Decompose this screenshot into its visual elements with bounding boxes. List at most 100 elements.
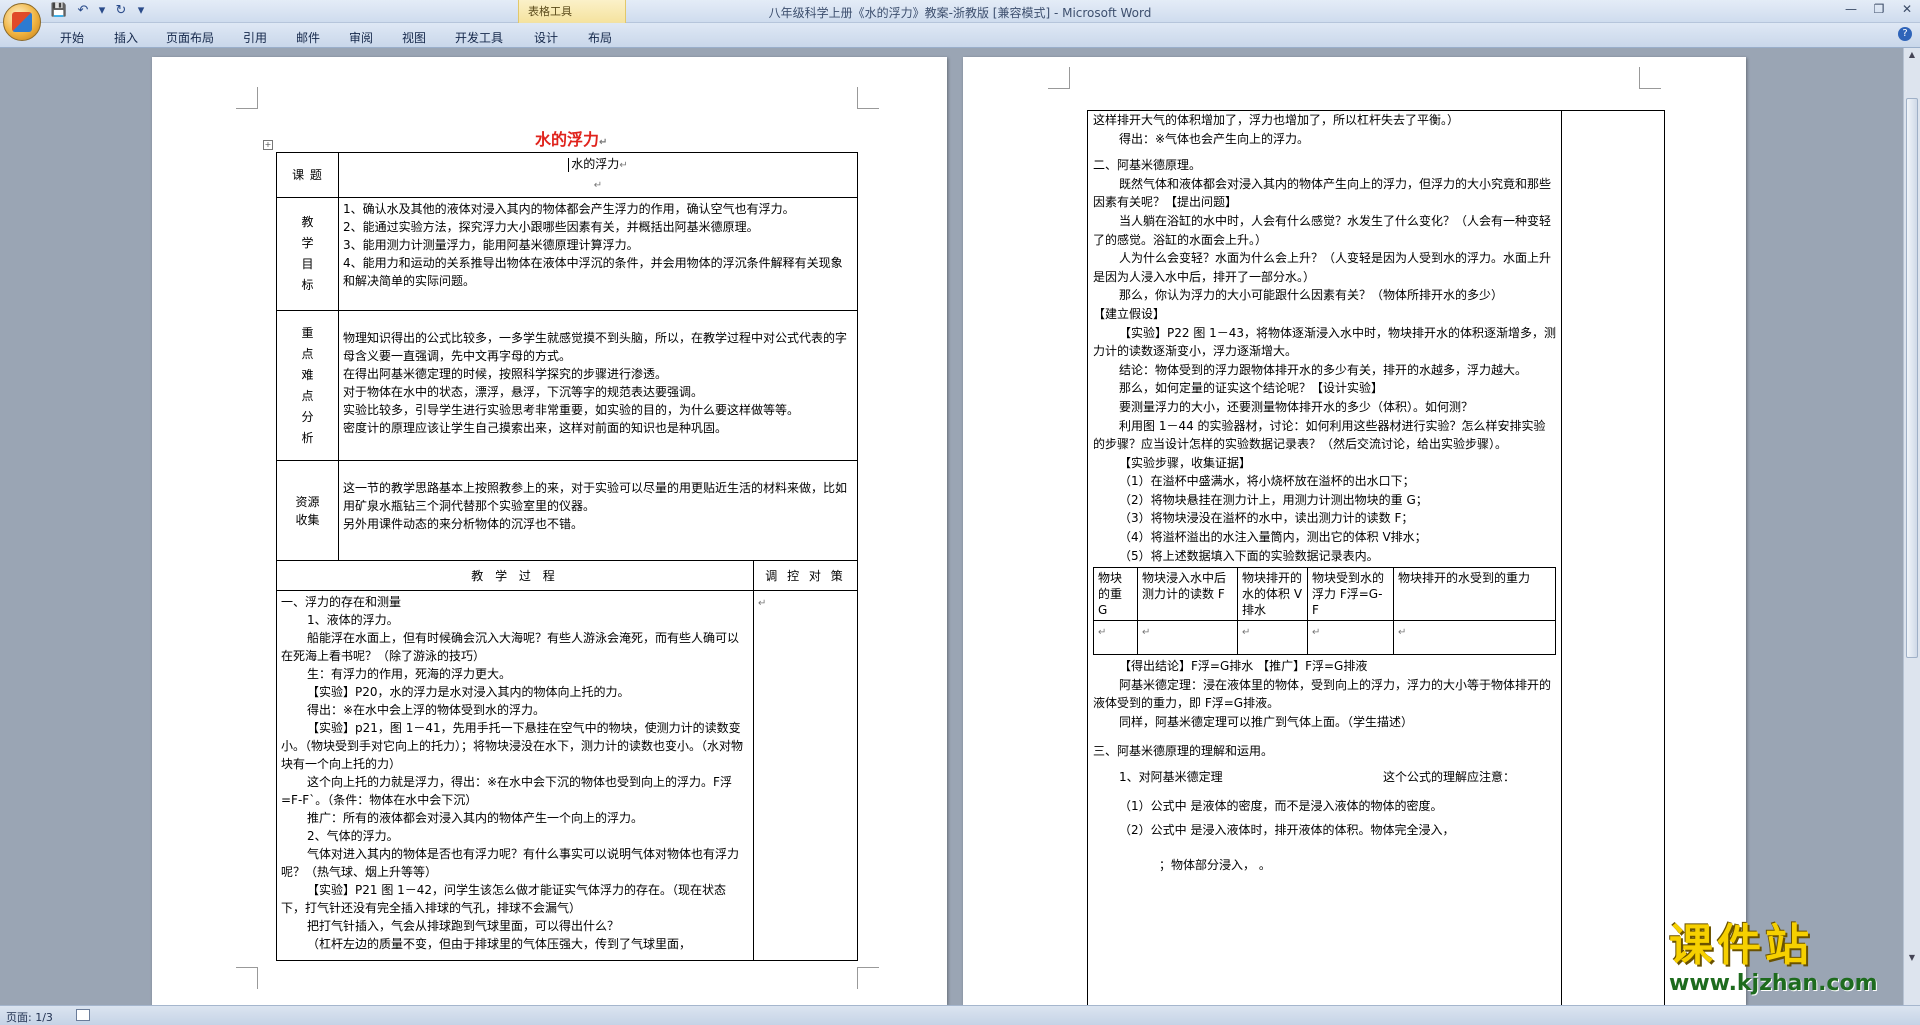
process-line: 利用图 1－44 的实验器材，讨论：如何利用这些器材进行实验？怎么样安排实验的步…	[1093, 418, 1546, 452]
table-row: 资源收集 这一节的教学思路基本上按照教参上的来，对于实验可以尽量的用更贴近生活的…	[276, 460, 858, 561]
process-line: 2、气体的浮力。	[307, 829, 399, 843]
process-line: （1）公式中 是液体的密度，而不是浸入液体的物体的密度。	[1119, 798, 1443, 813]
office-logo-icon	[12, 12, 32, 32]
table-row: 教学目标 1、确认水及其他的液体对浸入其内的物体都会产生浮力的作用，确认空气也有…	[276, 197, 858, 311]
tab-review[interactable]: 审阅	[349, 29, 373, 46]
process-line: 阿基米德定理：浸在液体里的物体，受到向上的浮力，浮力的大小等于物体排开的液体受到…	[1093, 677, 1552, 711]
resource-item: 这一节的教学思路基本上按照教参上的来，对于实验可以尽量的用更贴近生活的材料来做，…	[343, 481, 848, 513]
table-row: 物块的重 G 物块浸入水中后测力计的读数 F 物块排开的水的体积 V排水 物块受…	[1093, 567, 1557, 622]
close-icon[interactable]: ✕	[1900, 2, 1914, 16]
step-item: （2）将物块悬挂在测力计上，用测力计测出物块的重 G；	[1119, 492, 1428, 507]
step-item: （3）将物块浸没在溢杯的水中，读出测力计的读数 F；	[1119, 511, 1414, 526]
lesson-plan-table-continued: 这样排开大气的体积增加了，浮力也增加了，所以杠杆失去了平衡。） 得出：※气体也会…	[1086, 110, 1665, 1021]
process-line: （2）公式中 是浸入液体时，排开液体的体积。物体完全浸入，	[1119, 823, 1455, 838]
tab-layout[interactable]: 布局	[588, 29, 612, 46]
process-header: 教 学 过 程	[276, 560, 754, 591]
goals-cell[interactable]: 1、确认水及其他的液体对浸入其内的物体都会产生浮力的作用，确认空气也有浮力。 2…	[338, 197, 858, 311]
process-line: 船能浮在水面上，但有时候确会沉入大海呢？有些人游泳会淹死，而有些人确可以在死海上…	[281, 631, 740, 663]
control-cell-continued[interactable]	[1561, 110, 1665, 1021]
tab-developer[interactable]: 开发工具	[455, 29, 503, 46]
goal-item: 2、能通过实验方法，探究浮力大小跟哪些因素有关，并概括出阿基米德原理。	[343, 220, 759, 234]
tab-mailings[interactable]: 邮件	[296, 29, 320, 46]
watermark-url: www.kjzhan.com	[1669, 971, 1878, 996]
proofing-icon[interactable]	[76, 1009, 90, 1021]
document-page-1: 水的浮力↵ + 课 题 水的浮力↵ ↵ 教学目标 1、确认水及其他的液体对浸入其内…	[152, 57, 947, 1005]
table-cell[interactable]: ↵	[1237, 620, 1308, 656]
table-cell[interactable]: ↵	[1307, 620, 1394, 656]
process-line: 生：有浮力的作用，死海的浮力更大。	[307, 667, 512, 681]
process-cell-continued[interactable]: 这样排开大气的体积增加了，浮力也增加了，所以杠杆失去了平衡。） 得出：※气体也会…	[1086, 110, 1563, 1021]
section-title: 三、阿基米德原理的理解和运用。	[1093, 743, 1274, 758]
tab-page-layout[interactable]: 页面布局	[166, 29, 214, 46]
process-line: 得出：※在水中会上浮的物体受到水的浮力。	[307, 703, 546, 717]
scroll-down-icon[interactable]: ▼	[1906, 953, 1918, 965]
page-indicator[interactable]: 页面: 1/3	[6, 1009, 53, 1025]
help-icon[interactable]: ?	[1898, 27, 1912, 41]
process-line: 当人躺在浴缸的水中时，人会有什么感觉？水发生了什么变化？（人会有一种变轻了的感觉…	[1093, 213, 1552, 247]
status-bar: 页面: 1/3	[0, 1005, 1920, 1025]
crop-mark	[857, 87, 879, 109]
goal-item: 1、确认水及其他的液体对浸入其内的物体都会产生浮力的作用，确认空气也有浮力。	[343, 202, 795, 216]
process-line: 人为什么会变轻？水面为什么会上升？（人变轻是因为人受到水的浮力。水面上升是因为人…	[1093, 251, 1552, 284]
process-line: 这样排开大气的体积增加了，浮力也增加了，所以杠杆失去了平衡。）	[1093, 113, 1460, 127]
table-move-handle[interactable]: +	[263, 140, 273, 150]
office-button[interactable]	[3, 3, 41, 41]
crop-mark	[857, 967, 879, 989]
tab-view[interactable]: 视图	[402, 29, 426, 46]
process-line: 【实验步骤，收集证据】	[1119, 455, 1252, 470]
key-point-item: 实验比较多，引导学生进行实验思考非常重要，如实验的目的，为什么要这样做等等。	[343, 403, 800, 417]
process-line: 一、浮力的存在和测量	[281, 595, 402, 609]
key-point-item: 密度计的原理应该让学生自己摸索出来，这样对前面的知识也是种巩固。	[343, 421, 728, 435]
key-point-item: 对于物体在水中的状态，漂浮，悬浮，下沉等字的规范表达要强调。	[343, 385, 704, 399]
step-item: （5）将上述数据填入下面的实验数据记录表内。	[1119, 548, 1379, 563]
process-line: 同样，阿基米德定理可以推广到气体上面。（学生描述）	[1119, 715, 1414, 730]
process-line: 【建立假设】	[1093, 306, 1166, 321]
table-row: 这样排开大气的体积增加了，浮力也增加了，所以杠杆失去了平衡。） 得出：※气体也会…	[1086, 110, 1665, 1021]
control-cell[interactable]: ↵	[753, 590, 858, 961]
watermark-text: 课件站	[1669, 920, 1813, 971]
minimize-icon[interactable]: —	[1844, 2, 1858, 16]
goal-item: 4、能用力和运动的关系推导出物体在液体中浮沉的条件，并会用物体的浮沉条件解释有关…	[343, 256, 843, 288]
key-points-label: 重点难点分析	[276, 310, 339, 461]
table-header: 物块受到水的浮力 F浮=G-F	[1307, 567, 1394, 622]
process-line: 把打气针插入，气会从排球跑到气球里面，可以得出什么？	[307, 919, 620, 933]
tab-design[interactable]: 设计	[534, 29, 558, 46]
topic-value[interactable]: 水的浮力↵ ↵	[338, 152, 858, 198]
restore-icon[interactable]: ❐	[1872, 2, 1886, 16]
vertical-scrollbar[interactable]: ▲ ▼	[1903, 48, 1920, 1005]
table-row: 教 学 过 程 调 控 对 策	[276, 560, 858, 591]
table-cell[interactable]: ↵	[1392, 620, 1557, 656]
table-header: 物块浸入水中后测力计的读数 F	[1137, 567, 1238, 622]
tab-references[interactable]: 引用	[243, 29, 267, 46]
control-header: 调 控 对 策	[753, 560, 858, 591]
table-cell[interactable]: ↵	[1137, 620, 1238, 656]
process-cell[interactable]: 一、浮力的存在和测量 1、液体的浮力。 船能浮在水面上，但有时候确会沉入大海呢？…	[276, 590, 754, 961]
table-row: ↵ ↵ ↵ ↵ ↵	[1093, 620, 1557, 656]
window-title: 八年级科学上册《水的浮力》教案-浙教版 [兼容模式] - Microsoft W…	[768, 6, 1152, 20]
table-row: 重点难点分析 物理知识得出的公式比较多，一多学生就感觉摸不到头脑，所以，在教学过…	[276, 310, 858, 461]
crop-mark	[236, 87, 258, 109]
crop-mark	[1639, 67, 1661, 89]
window-controls: — ❐ ✕	[1844, 2, 1914, 16]
process-line: （杠杆左边的质量不变，但由于排球里的气体压强大，传到了气球里面，	[307, 937, 692, 951]
key-points-cell[interactable]: 物理知识得出的公式比较多，一多学生就感觉摸不到头脑，所以，在教学过程中对公式代表…	[338, 310, 858, 461]
site-watermark-logo: 课件站 www.kjzhan.com	[1669, 920, 1905, 998]
resource-item: 另外用课件动态的来分析物体的沉浮也不错。	[343, 517, 584, 531]
table-cell[interactable]: ↵	[1093, 620, 1138, 656]
process-line: 得出：※气体也会产生向上的浮力。	[1119, 131, 1310, 146]
table-row: 课 题 水的浮力↵ ↵	[276, 152, 858, 198]
scroll-up-icon[interactable]: ▲	[1906, 50, 1918, 62]
scrollbar-thumb[interactable]	[1906, 98, 1918, 658]
ribbon-tab-bar: 开始 插入 页面布局 引用 邮件 审阅 视图 开发工具 设计 布局 ?	[0, 23, 1920, 48]
process-line: 既然气体和液体都会对浸入其内的物体产生向上的浮力，但浮力的大小究竟和那些因素有关…	[1093, 176, 1552, 210]
process-line: 推广：所有的液体都会对浸入其内的物体产生一个向上的浮力。	[307, 811, 644, 825]
tab-insert[interactable]: 插入	[114, 29, 138, 46]
goals-label: 教学目标	[276, 197, 339, 311]
lesson-plan-table: 课 题 水的浮力↵ ↵ 教学目标 1、确认水及其他的液体对浸入其内的物体都会产生浮…	[276, 152, 858, 961]
section-title: 二、阿基米德原理。	[1093, 158, 1202, 173]
table-row: 一、浮力的存在和测量 1、液体的浮力。 船能浮在水面上，但有时候确会沉入大海呢？…	[276, 590, 858, 961]
process-line: 【实验】P22 图 1－43，将物体逐渐浸入水中时，物块排开水的体积逐渐增多，测…	[1093, 325, 1557, 359]
tab-home[interactable]: 开始	[60, 29, 84, 46]
resources-cell[interactable]: 这一节的教学思路基本上按照教参上的来，对于实验可以尽量的用更贴近生活的材料来做，…	[338, 460, 858, 561]
process-line: 结论：物体受到的浮力跟物体排开水的多少有关，排开的水越多，浮力越大。	[1119, 362, 1528, 377]
